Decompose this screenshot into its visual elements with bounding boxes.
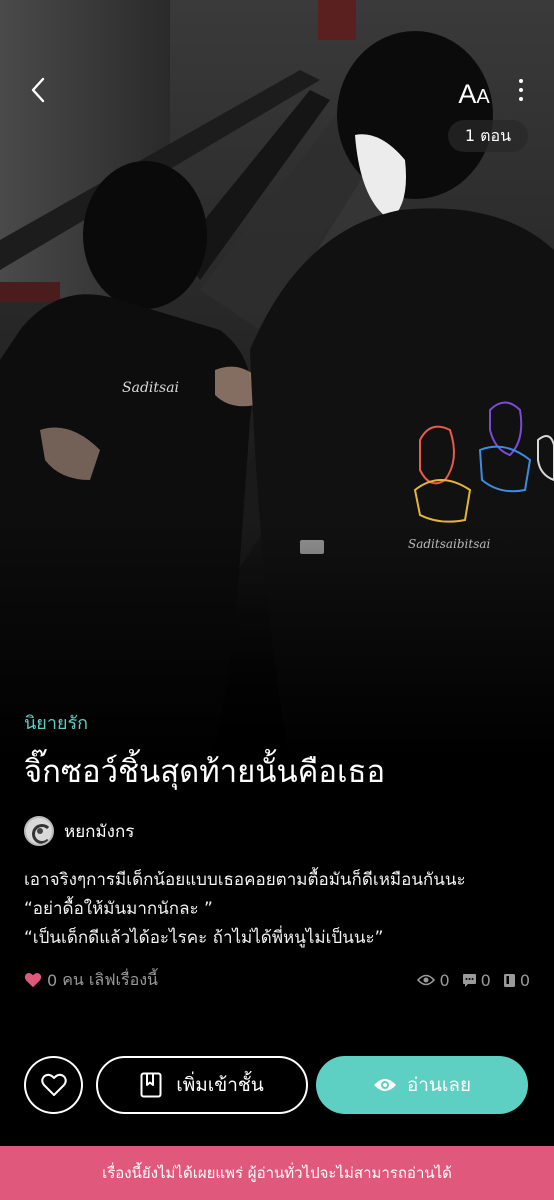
synopsis-line: เอาจริงๆการมีเด็กน้อยแบบเธอคอยตามตื้อมัน… xyxy=(24,870,466,890)
episode-stat: 0 xyxy=(503,971,530,990)
more-vertical-icon xyxy=(519,79,523,83)
novel-detail-screen: Saditsai Saditsaibitsai xyxy=(0,0,554,1200)
read-now-label: อ่านเลย xyxy=(406,1074,472,1096)
synopsis-line: “เป็นเด็กดีแล้วได้อะไรคะ ถ้าไม่ได้พี่หนู… xyxy=(24,928,384,948)
add-to-library-button[interactable]: เพิ่มเข้าชั้น xyxy=(96,1056,308,1114)
eye-icon xyxy=(417,974,436,986)
category-label[interactable]: นิยายรัก xyxy=(24,708,88,737)
back-button[interactable] xyxy=(18,70,58,110)
more-options-button[interactable] xyxy=(506,72,536,108)
top-bar: A A 1 ตอน xyxy=(0,0,554,170)
unpublished-notice: เรื่องนี้ยังไม่ได้เผยแพร่ ผู้อ่านทั่วไปจ… xyxy=(0,1146,554,1200)
love-text: คน เลิฟเรื่องนี้ xyxy=(62,969,158,989)
comment-count: 0 xyxy=(462,971,491,990)
stats-row: 0 คน เลิฟเรื่องนี้ 0 0 0 xyxy=(24,966,530,994)
author-avatar xyxy=(24,816,54,846)
read-now-button[interactable]: อ่านเลย xyxy=(316,1056,528,1114)
stat-counts: 0 0 0 xyxy=(417,971,530,990)
bookmark-icon xyxy=(140,1072,162,1098)
love-count: 0 xyxy=(47,970,58,990)
comment-count-value: 0 xyxy=(480,970,491,990)
font-size-label-small: A xyxy=(476,86,490,108)
comment-icon xyxy=(462,973,476,987)
novel-title: จิ๊กซอว์ชิ้นสุดท้ายนั้นคือเธอ xyxy=(24,754,386,790)
episode-count-badge: 1 ตอน xyxy=(448,120,528,152)
more-vertical-icon-dot xyxy=(519,88,523,92)
book-icon xyxy=(503,973,515,987)
episode-stat-value: 0 xyxy=(519,970,530,990)
author-name: หยกมังกร xyxy=(64,821,135,842)
more-vertical-icon-dot xyxy=(519,97,523,101)
unpublished-notice-text: เรื่องนี้ยังไม่ได้เผยแพร่ ผู้อ่านทั่วไปจ… xyxy=(102,1164,452,1182)
svg-text:Saditsai: Saditsai xyxy=(122,380,179,396)
synopsis-line: “อย่าดื้อให้มันมากนักละ ” xyxy=(24,899,213,919)
heart-icon xyxy=(24,972,42,988)
eye-icon xyxy=(373,1079,396,1091)
view-count: 0 xyxy=(417,970,450,990)
love-button[interactable] xyxy=(24,1056,83,1114)
heart-outline-icon xyxy=(40,1073,67,1096)
chevron-left-icon xyxy=(31,77,45,103)
font-size-button[interactable]: A A xyxy=(452,72,496,108)
action-bar: เพิ่มเข้าชั้น อ่านเลย xyxy=(24,1056,528,1114)
view-count-value: 0 xyxy=(439,970,450,990)
font-size-label-big: A xyxy=(458,79,477,109)
add-to-library-label: เพิ่มเข้าชั้น xyxy=(176,1074,264,1096)
synopsis: เอาจริงๆการมีเด็กน้อยแบบเธอคอยตามตื้อมัน… xyxy=(24,866,534,953)
author-link[interactable]: หยกมังกร xyxy=(24,814,134,848)
love-summary: 0 คน เลิฟเรื่องนี้ xyxy=(24,968,158,993)
